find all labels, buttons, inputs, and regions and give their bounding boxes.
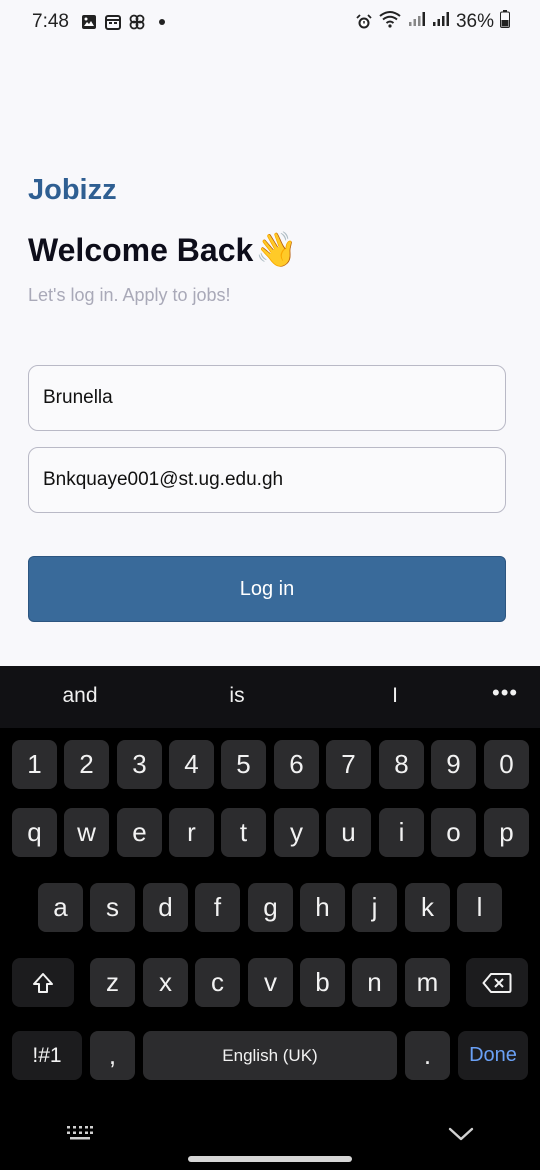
more-options-icon[interactable]: •••: [492, 680, 518, 706]
key-j[interactable]: j: [352, 883, 397, 932]
key-6[interactable]: 6: [274, 740, 319, 789]
key-9[interactable]: 9: [431, 740, 476, 789]
key-g[interactable]: g: [248, 883, 293, 932]
username-field[interactable]: [28, 365, 506, 431]
key-x[interactable]: x: [143, 958, 188, 1007]
key-t[interactable]: t: [221, 808, 266, 857]
key-p[interactable]: p: [484, 808, 529, 857]
key-q[interactable]: q: [12, 808, 57, 857]
email-field[interactable]: [28, 447, 506, 513]
key-f[interactable]: f: [195, 883, 240, 932]
suggestion-bar: and is I •••: [0, 666, 540, 728]
signal-icon: [408, 11, 426, 33]
key-s[interactable]: s: [90, 883, 135, 932]
key-1[interactable]: 1: [12, 740, 57, 789]
key-o[interactable]: o: [431, 808, 476, 857]
username-input[interactable]: [43, 387, 491, 409]
key-2[interactable]: 2: [64, 740, 109, 789]
waving-hand-icon: 👋: [255, 231, 298, 269]
key-v[interactable]: v: [248, 958, 293, 1007]
key-3[interactable]: 3: [117, 740, 162, 789]
done-key[interactable]: Done: [458, 1031, 528, 1080]
period-key[interactable]: .: [405, 1031, 450, 1080]
key-a[interactable]: a: [38, 883, 83, 932]
key-k[interactable]: k: [405, 883, 450, 932]
page-subtitle: Let's log in. Apply to jobs!: [28, 285, 231, 305]
symbols-key[interactable]: !#1: [12, 1031, 82, 1080]
alarm-icon: [356, 14, 372, 30]
keyboard-switch-icon[interactable]: [66, 1124, 94, 1147]
key-8[interactable]: 8: [379, 740, 424, 789]
wifi-icon: [378, 10, 402, 34]
backspace-icon: [482, 972, 512, 993]
page-title-text: Welcome Back: [28, 231, 254, 268]
backspace-key[interactable]: [466, 958, 528, 1007]
email-input[interactable]: [43, 469, 491, 491]
chevron-down-icon[interactable]: [448, 1126, 474, 1147]
key-l[interactable]: l: [457, 883, 502, 932]
key-r[interactable]: r: [169, 808, 214, 857]
key-w[interactable]: w: [64, 808, 109, 857]
key-b[interactable]: b: [300, 958, 345, 1007]
shift-key[interactable]: [12, 958, 74, 1007]
key-d[interactable]: d: [143, 883, 188, 932]
key-z[interactable]: z: [90, 958, 135, 1007]
calendar-icon: [104, 14, 121, 30]
status-left: 7:48: [32, 11, 165, 33]
space-key[interactable]: English (UK): [143, 1031, 397, 1080]
key-m[interactable]: m: [405, 958, 450, 1007]
key-i[interactable]: i: [379, 808, 424, 857]
shift-icon: [33, 972, 53, 993]
status-time: 7:48: [32, 11, 69, 32]
status-bar: 7:48 36%: [0, 0, 540, 44]
dot-icon: [158, 19, 165, 25]
suggestion-1[interactable]: and: [40, 684, 120, 708]
login-button[interactable]: Log in: [28, 556, 506, 622]
key-5[interactable]: 5: [221, 740, 266, 789]
key-e[interactable]: e: [117, 808, 162, 857]
pinwheel-icon: [129, 14, 145, 30]
suggestion-2[interactable]: is: [197, 684, 277, 708]
key-n[interactable]: n: [352, 958, 397, 1007]
suggestion-3[interactable]: I: [355, 684, 435, 708]
key-4[interactable]: 4: [169, 740, 214, 789]
key-u[interactable]: u: [326, 808, 371, 857]
key-y[interactable]: y: [274, 808, 319, 857]
battery-icon: [500, 10, 510, 34]
key-7[interactable]: 7: [326, 740, 371, 789]
brand-logo-text: Jobizz: [28, 174, 117, 206]
home-indicator[interactable]: [188, 1156, 352, 1162]
signal-icon-2: [432, 11, 450, 33]
status-right: 36%: [356, 10, 510, 34]
page-title: Welcome Back 👋: [28, 230, 298, 270]
image-icon: [81, 14, 97, 30]
battery-percent: 36%: [455, 11, 494, 32]
key-0[interactable]: 0: [484, 740, 529, 789]
comma-key[interactable]: ,: [90, 1031, 135, 1080]
key-h[interactable]: h: [300, 883, 345, 932]
key-c[interactable]: c: [195, 958, 240, 1007]
